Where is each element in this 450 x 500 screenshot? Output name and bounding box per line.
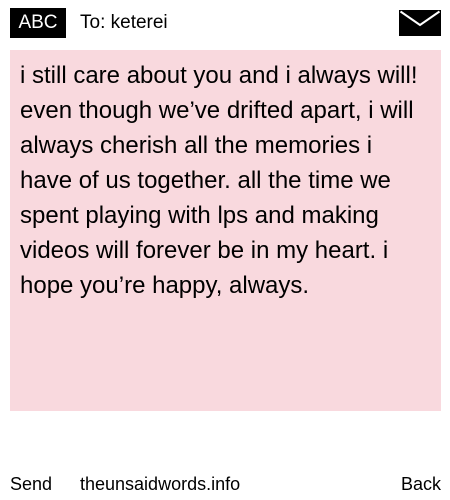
message-body: i still care about you and i always will… (10, 50, 441, 411)
site-link[interactable]: theunsaidwords.info (80, 472, 240, 496)
recipient-label: To: keterei (80, 12, 168, 33)
send-button[interactable]: Send (10, 472, 52, 496)
back-button[interactable]: Back (401, 472, 441, 496)
envelope-icon (399, 10, 441, 36)
input-mode-badge: ABC (10, 8, 66, 38)
message-header: ABC To: keterei (0, 0, 450, 48)
message-text: i still care about you and i always will… (20, 62, 418, 299)
